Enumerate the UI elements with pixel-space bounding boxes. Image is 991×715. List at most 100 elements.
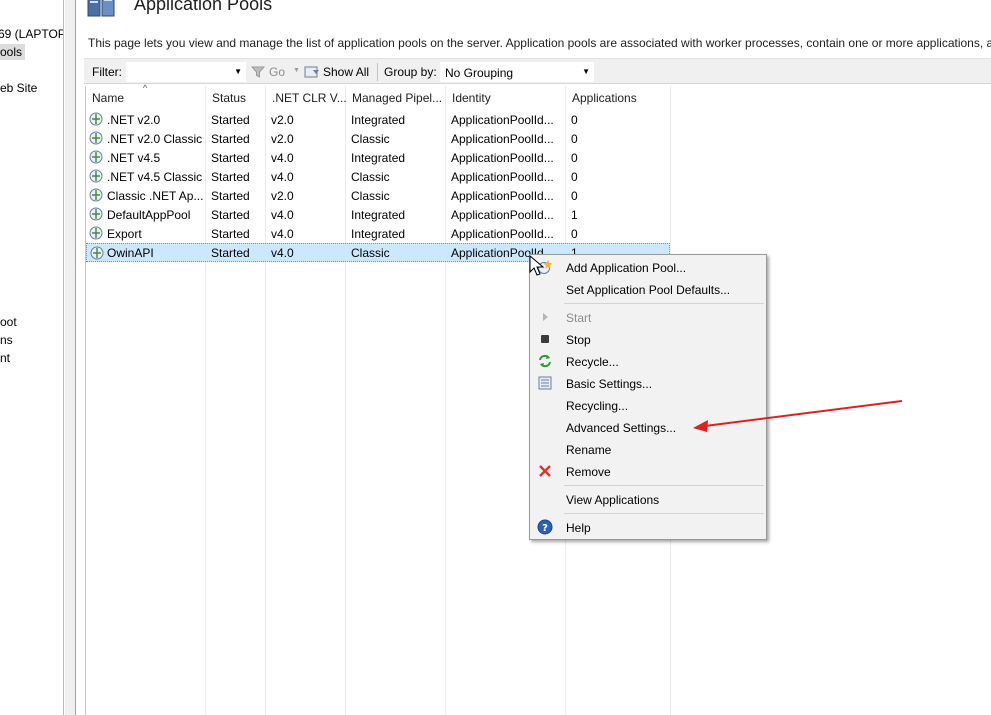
menu-item-advanced-settings[interactable]: Advanced Settings...: [533, 416, 764, 438]
table-row[interactable]: Export Started v4.0 Integrated Applicati…: [86, 224, 670, 243]
show-all-button[interactable]: Show All: [323, 65, 369, 79]
cell-identity: ApplicationPoolId...: [451, 227, 554, 241]
table-row[interactable]: .NET v4.5 Classic Started v4.0 Classic A…: [86, 167, 670, 186]
table-row[interactable]: Classic .NET Ap... Started v2.0 Classic …: [86, 186, 670, 205]
tree-item-server[interactable]: 69 (LAPTOP-I: [0, 26, 63, 42]
cell-pipeline: Classic: [351, 170, 390, 184]
menu-item-basic-settings[interactable]: Basic Settings...: [533, 372, 764, 394]
cell-clr: v4.0: [271, 208, 294, 222]
remove-x-icon: [539, 465, 551, 477]
table-row[interactable]: DefaultAppPool Started v4.0 Integrated A…: [86, 205, 670, 224]
cell-status: Started: [211, 113, 250, 127]
filter-input[interactable]: ▼: [126, 62, 246, 82]
menu-item-rename[interactable]: Rename: [533, 438, 764, 460]
cell-name: DefaultAppPool: [107, 208, 191, 222]
tree-item-ns[interactable]: ns: [0, 332, 13, 348]
cell-identity: ApplicationPoolId...: [451, 132, 554, 146]
app-pool-icon: [89, 226, 103, 240]
menu-item-view-applications[interactable]: View Applications: [533, 488, 764, 510]
cell-applications: 0: [571, 170, 578, 184]
mouse-cursor-icon: [529, 254, 545, 276]
toolbar-divider: [377, 63, 378, 81]
cell-pipeline: Classic: [351, 246, 390, 260]
column-header-name[interactable]: Name: [92, 91, 124, 105]
cell-clr: v4.0: [271, 227, 294, 241]
menu-item-help[interactable]: ? Help: [533, 516, 764, 538]
show-all-icon: [304, 66, 319, 78]
table-row[interactable]: .NET v2.0 Classic Started v2.0 Classic A…: [86, 129, 670, 148]
cell-status: Started: [211, 208, 250, 222]
cell-clr: v4.0: [271, 151, 294, 165]
funnel-icon[interactable]: [251, 65, 265, 79]
cell-name: .NET v2.0 Classic: [107, 132, 203, 146]
cell-applications: 0: [571, 113, 578, 127]
cell-name: Export: [107, 227, 142, 241]
cell-pipeline: Integrated: [351, 151, 406, 165]
tree-item-web-site[interactable]: eb Site: [0, 80, 37, 96]
app-pool-icon: [89, 207, 103, 221]
table-row[interactable]: .NET v4.5 Started v4.0 Integrated Applic…: [86, 148, 670, 167]
cell-clr: v2.0: [271, 113, 294, 127]
column-header-applications[interactable]: Applications: [572, 91, 637, 105]
column-header-status[interactable]: Status: [212, 91, 246, 105]
app-pool-icon: [89, 169, 103, 183]
app-pool-icon: [89, 188, 103, 202]
cell-name: Classic .NET Ap...: [107, 189, 204, 203]
menu-item-remove[interactable]: Remove: [533, 460, 764, 482]
group-by-value: No Grouping: [445, 66, 514, 80]
cell-applications: 0: [571, 227, 578, 241]
chevron-down-icon[interactable]: ▼: [582, 67, 590, 76]
menu-separator: [564, 513, 764, 514]
cell-pipeline: Integrated: [351, 113, 406, 127]
pane-splitter[interactable]: [65, 0, 76, 715]
cell-status: Started: [211, 227, 250, 241]
cell-status: Started: [211, 151, 250, 165]
menu-item-stop[interactable]: Stop: [533, 328, 764, 350]
go-button[interactable]: Go: [269, 65, 285, 79]
go-dropdown-icon[interactable]: ▼: [293, 67, 300, 74]
cell-pipeline: Classic: [351, 189, 390, 203]
cell-pipeline: Integrated: [351, 227, 406, 241]
page-title: Application Pools: [134, 0, 273, 14]
cell-status: Started: [211, 246, 250, 260]
group-by-label: Group by:: [384, 65, 437, 79]
cell-clr: v4.0: [271, 170, 294, 184]
app-pool-icon: [89, 112, 103, 126]
cell-identity: ApplicationPoolId...: [451, 113, 554, 127]
tree-pane: 69 (LAPTOP-I ools eb Site oot ns nt: [0, 0, 64, 715]
menu-item-add-application-pool[interactable]: Add Application Pool...: [533, 256, 764, 278]
cell-identity: ApplicationPoolId...: [451, 189, 554, 203]
column-header-identity[interactable]: Identity: [452, 91, 491, 105]
menu-separator: [564, 485, 764, 486]
app-pool-icon: [89, 150, 103, 164]
menu-item-start[interactable]: Start: [533, 306, 764, 328]
cell-pipeline: Classic: [351, 132, 390, 146]
page-description: This page lets you view and manage the l…: [88, 36, 991, 50]
chevron-down-icon[interactable]: ▼: [234, 67, 242, 76]
settings-icon: [538, 376, 552, 390]
table-row[interactable]: .NET v2.0 Started v2.0 Integrated Applic…: [86, 110, 670, 129]
cell-name: .NET v4.5 Classic: [107, 170, 203, 184]
tree-item-nt[interactable]: nt: [0, 350, 10, 366]
menu-item-recycle[interactable]: Recycle...: [533, 350, 764, 372]
tree-item-application-pools[interactable]: ools: [0, 44, 26, 60]
menu-item-recycling[interactable]: Recycling...: [533, 394, 764, 416]
sort-ascending-icon: ^: [143, 83, 148, 93]
tree-item-root[interactable]: oot: [0, 314, 17, 330]
menu-item-set-pool-defaults[interactable]: Set Application Pool Defaults...: [533, 278, 764, 300]
app-pool-icon: [90, 246, 104, 260]
cell-name: .NET v4.5: [107, 151, 161, 165]
help-icon: ?: [537, 519, 553, 535]
menu-separator: [564, 303, 764, 304]
column-header-pipeline[interactable]: Managed Pipel...: [352, 91, 442, 105]
cell-clr: v4.0: [271, 246, 294, 260]
cell-status: Started: [211, 132, 250, 146]
cell-clr: v2.0: [271, 132, 294, 146]
context-menu: Add Application Pool... Set Application …: [529, 254, 767, 540]
application-pools-icon: [87, 0, 115, 17]
cell-name: OwinAPI: [107, 246, 154, 260]
cell-identity: ApplicationPoolId...: [451, 151, 554, 165]
column-header-clr-version[interactable]: .NET CLR V...: [272, 91, 347, 105]
group-by-select[interactable]: No Grouping ▼: [440, 62, 594, 82]
app-pool-icon: [89, 131, 103, 145]
